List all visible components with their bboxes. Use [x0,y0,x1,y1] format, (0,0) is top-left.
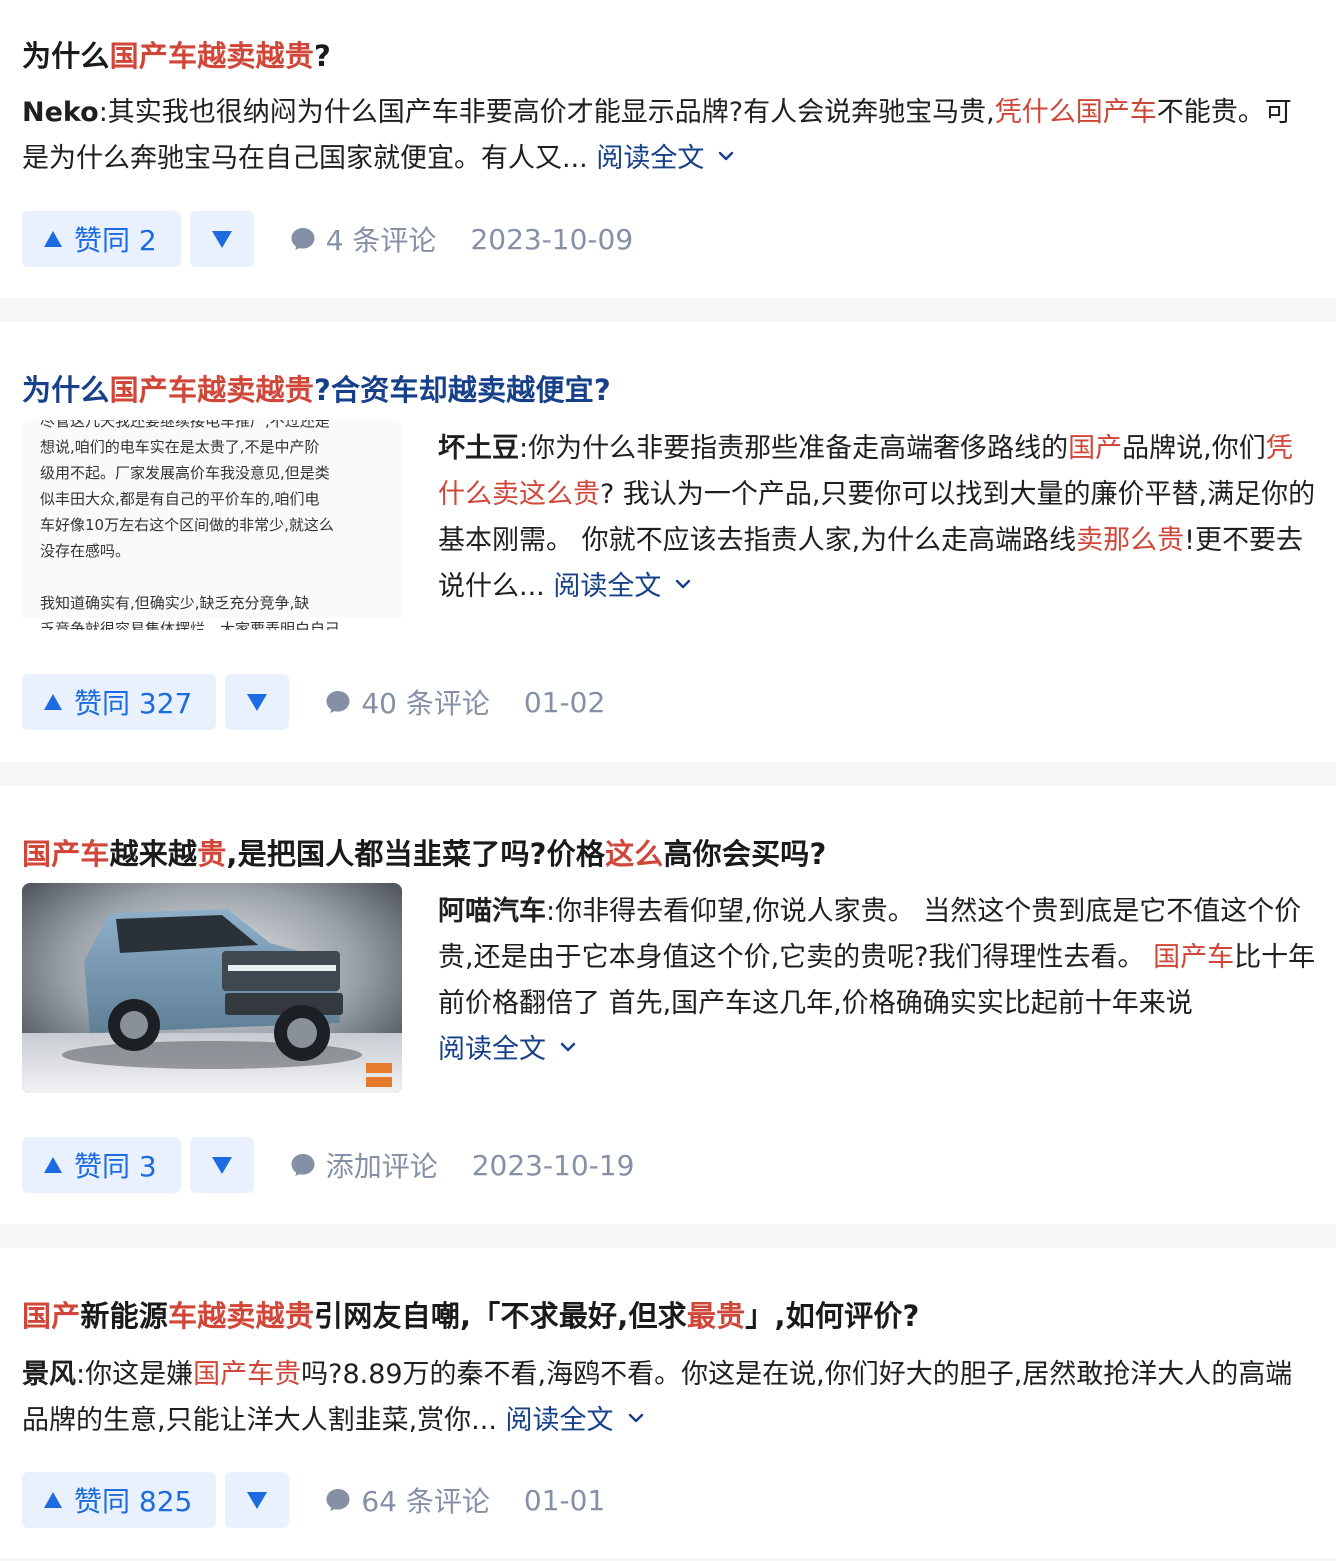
action-bar: 赞同 3 添加评论 2023-10-19 [22,1137,634,1193]
keyword-highlight: 国产 [22,1299,81,1333]
text-segment: ? [314,39,332,73]
thumb-line: 乏竞争就很容易集体摆烂。大家要弄明白自己 [40,620,341,630]
answer-thumbnail[interactable]: 尽管这几天我还要继续接电车推广,不过还是 想说,咱们的电车实在是太贵了,不是中产… [22,420,402,630]
comment-bubble-icon [326,1489,350,1511]
chevron-down-icon [560,1042,576,1052]
action-bar: 赞同 327 40 条评论 01-02 [22,674,605,730]
downvote-arrow-icon [247,693,268,711]
thumb-line: 没存在感吗。 [40,542,131,560]
answer-date: 2023-10-19 [471,1148,635,1182]
comments-button[interactable]: 添加评论 [290,1145,438,1185]
comments-button[interactable]: 4 条评论 [290,219,436,259]
text-segment: 」,如何评价? [745,1299,920,1333]
text-segment: ,是把国人都当韭菜了吗?价格 [226,837,606,871]
upvote-button[interactable]: 赞同 2 [22,211,181,267]
downvote-arrow-icon [247,1491,268,1509]
answer-excerpt[interactable]: 坏土豆:你为什么非要指责那些准备走高端奢侈路线的国产品牌说,你们凭什么卖这么贵?… [438,426,1318,610]
question-title[interactable]: 为什么国产车越卖越贵?合资车却越卖越便宜? [22,368,611,412]
keyword-highlight: 最贵 [686,1299,746,1333]
downvote-button[interactable] [189,211,254,267]
comment-bubble-icon [291,1154,315,1176]
downvote-button[interactable] [189,1137,254,1193]
keyword-highlight: 国产车 [1153,942,1235,973]
keyword-highlight: 国产车越卖越贵 [109,373,315,407]
keyword-highlight: 国产车贵 [193,1359,302,1390]
author-name[interactable]: 坏土豆 [438,433,519,464]
car-photo-image [22,883,402,1093]
thumb-line: 似丰田大众,都是有自己的平价车的,咱们电 [40,490,320,508]
chevron-down-icon [628,1413,643,1423]
text-segment: :其实我也很纳闷为什么国产车非要高价才能显示品牌?有人会说奔驰宝马贵, [98,97,995,128]
keyword-highlight: 车越卖越贵 [168,1299,315,1333]
thumb-line: 想说,咱们的电车实在是太贵了,不是中产阶 [40,438,320,456]
comments-button[interactable]: 64 条评论 [325,1480,490,1520]
keyword-highlight: 卖那么贵 [1076,525,1185,556]
author-name[interactable]: Neko [22,97,99,128]
answer-card: 国产新能源车越卖越贵引网友自嘲,「不求最好,但求最贵」,如何评价? 景风:你这是… [0,1248,1336,1558]
upvote-button[interactable]: 赞同 327 [22,674,217,730]
comment-bubble-icon [326,691,350,713]
thumb-line: 我知道确实有,但确实少,缺乏充分竞争,缺 [40,594,310,612]
question-title[interactable]: 国产新能源车越卖越贵引网友自嘲,「不求最好,但求最贵」,如何评价? [22,1294,920,1338]
text-segment: 为什么 [22,39,110,73]
keyword-highlight: 国产车 [22,837,110,871]
text-segment: :你这是嫌 [76,1359,194,1390]
question-title[interactable]: 为什么国产车越卖越贵? [22,34,331,78]
text-segment: 品牌说,你们 [1122,433,1266,464]
text-segment: 为什么 [22,373,110,407]
keyword-highlight: 国产 [1068,433,1123,464]
keyword-highlight: 凭什么国产车 [994,97,1157,128]
text-segment: 越来越 [109,837,198,871]
answer-card: 国产车越来越贵,是把国人都当韭菜了吗?价格这么高你会买吗? 阿喵汽车:你非得去看… [0,786,1336,1224]
thumb-line: 尽管这几天我还要继续接电车推广,不过还是 [40,420,330,430]
text-segment: 新能源 [80,1299,169,1333]
downvote-arrow-icon [211,230,232,248]
author-name[interactable]: 景风 [22,1359,76,1390]
comments-button[interactable]: 40 条评论 [325,682,490,722]
upvote-button[interactable]: 赞同 825 [22,1472,217,1528]
read-more-link[interactable]: 阅读全文 [596,143,734,174]
comment-bubble-icon [291,228,315,250]
answer-thumbnail[interactable] [22,883,402,1093]
upvote-arrow-icon [44,1157,62,1173]
answer-date: 01-02 [523,685,606,719]
text-segment: :你为什么非要指责那些准备走高端奢侈路线的 [519,433,1069,464]
thumb-line: 级用不起。厂家发展高价车我没意见,但是类 [40,464,330,482]
author-name[interactable]: 阿喵汽车 [438,896,546,927]
read-more-link[interactable]: 阅读全文 [506,1405,644,1436]
answer-excerpt[interactable]: 阿喵汽车:你非得去看仰望,你说人家贵。 当然这个贵到底是它不值这个价贵,还是由于… [438,889,1318,1073]
answer-card: 为什么国产车越卖越贵?合资车却越卖越便宜? 尽管这几天我还要继续接电车推广,不过… [0,322,1336,762]
text-segment: ?合资车却越卖越便宜? [314,373,611,407]
downvote-button[interactable] [225,1472,290,1528]
upvote-arrow-icon [44,694,62,710]
keyword-highlight: 这么 [605,837,664,871]
keyword-highlight: 国产车越卖越贵 [109,39,315,73]
read-more-link[interactable]: 阅读全文 [553,571,691,602]
answer-date: 2023-10-09 [470,222,634,256]
downvote-arrow-icon [211,1156,232,1174]
answer-date: 01-01 [523,1483,606,1517]
text-segment: 高你会买吗? [663,837,827,871]
upvote-arrow-icon [44,1492,62,1508]
chevron-down-icon [676,579,691,589]
answer-excerpt[interactable]: Neko:其实我也很纳闷为什么国产车非要高价才能显示品牌?有人会说奔驰宝马贵,凭… [22,90,1314,182]
question-title[interactable]: 国产车越来越贵,是把国人都当韭菜了吗?价格这么高你会买吗? [22,832,827,876]
read-more-link[interactable]: 阅读全文 [438,1034,576,1065]
action-bar: 赞同 825 64 条评论 01-01 [22,1472,605,1528]
keyword-highlight: 贵 [197,837,227,871]
answer-excerpt[interactable]: 景风:你这是嫌国产车贵吗?8.89万的秦不看,海鸥不看。你这是在说,你们好大的胆… [22,1352,1314,1444]
upvote-button[interactable]: 赞同 3 [22,1137,181,1193]
thumb-line [40,564,384,590]
chevron-down-icon [719,151,734,161]
thumb-line: 车好像10万左右这个区间做的非常少,就这么 [40,516,334,534]
action-bar: 赞同 2 4 条评论 2023-10-09 [22,211,633,267]
text-segment: 引网友自嘲,「不求最好,但求 [314,1299,687,1333]
screenshot-text-image: 尽管这几天我还要继续接电车推广,不过还是 想说,咱们的电车实在是太贵了,不是中产… [22,420,402,630]
answer-card: 为什么国产车越卖越贵? Neko:其实我也很纳闷为什么国产车非要高价才能显示品牌… [0,0,1336,298]
upvote-arrow-icon [44,231,62,247]
downvote-button[interactable] [225,674,290,730]
